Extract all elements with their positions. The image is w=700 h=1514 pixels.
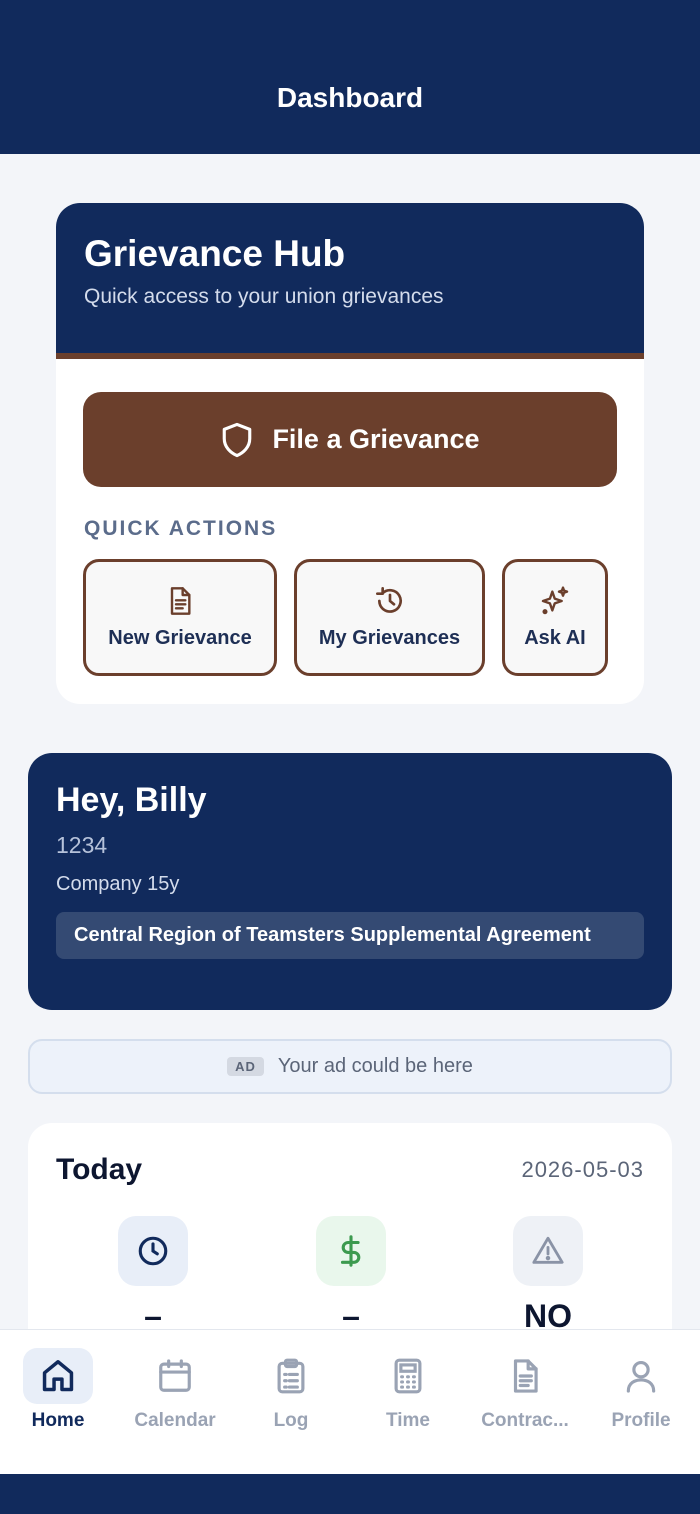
today-date: 2026-05-03: [521, 1157, 644, 1182]
tab-home-label: Home: [31, 1410, 85, 1431]
tab-contract[interactable]: Contrac...: [467, 1348, 583, 1432]
calendar-icon: [140, 1348, 210, 1404]
my-grievances-label: My Grievances: [318, 627, 461, 649]
file-grievance-label: File a Grievance: [272, 424, 480, 454]
new-grievance-label: New Grievance: [108, 627, 252, 649]
agreement-badge: Central Region of Teamsters Supplemental…: [56, 912, 644, 959]
pay-stat[interactable]: –: [316, 1216, 386, 1334]
today-title: Today: [56, 1153, 143, 1186]
my-grievances-button[interactable]: My Grievances: [294, 559, 485, 676]
page-title: Dashboard: [276, 82, 424, 113]
user-id: 1234: [56, 832, 108, 858]
document-icon: [170, 587, 191, 615]
user-company: Company 15y: [56, 873, 180, 895]
violation-stat[interactable]: NO: [513, 1216, 583, 1334]
profile-icon: [606, 1348, 676, 1404]
hub-title: Grievance Hub: [84, 233, 346, 274]
tab-calendar-label: Calendar: [134, 1410, 216, 1431]
clock-icon: [118, 1216, 188, 1286]
new-grievance-button[interactable]: New Grievance: [83, 559, 277, 676]
grievance-hub-card: Grievance Hub Quick access to your union…: [56, 203, 644, 704]
user-greeting: Hey, Billy: [56, 781, 207, 819]
home-indicator-area: [0, 1474, 700, 1514]
hours-stat[interactable]: –: [118, 1216, 188, 1334]
clipboard-icon: [256, 1348, 326, 1404]
ad-banner[interactable]: AD Your ad could be here: [28, 1039, 672, 1094]
tab-time[interactable]: Time: [350, 1348, 466, 1432]
ask-ai-label: Ask AI: [524, 627, 586, 649]
hub-subtitle: Quick access to your union grievances: [84, 285, 444, 308]
calculator-icon: [373, 1348, 443, 1404]
history-icon: [375, 587, 402, 613]
tab-profile[interactable]: Profile: [583, 1348, 699, 1432]
home-icon: [23, 1348, 93, 1404]
ad-badge: AD: [227, 1057, 264, 1076]
bottom-tab-bar: Home Calendar Log Time Contrac... Profil…: [0, 1329, 700, 1474]
quick-actions-label: QUICK ACTIONS: [84, 517, 278, 540]
tab-log-label: Log: [273, 1410, 309, 1431]
dollar-icon: [316, 1216, 386, 1286]
tab-calendar[interactable]: Calendar: [117, 1348, 233, 1432]
tab-log[interactable]: Log: [233, 1348, 349, 1432]
top-app-bar: Dashboard: [0, 0, 700, 154]
sparkle-icon: [541, 586, 569, 615]
ask-ai-button[interactable]: Ask AI: [502, 559, 608, 676]
warning-icon: [513, 1216, 583, 1286]
tab-contract-label: Contrac...: [481, 1410, 569, 1431]
user-profile-card[interactable]: Hey, Billy 1234 Company 15y Central Regi…: [28, 753, 672, 1010]
tab-time-label: Time: [385, 1410, 430, 1431]
tab-profile-label: Profile: [611, 1410, 671, 1431]
hub-header: Grievance Hub Quick access to your union…: [56, 203, 644, 359]
tab-home[interactable]: Home: [0, 1348, 116, 1432]
contract-icon: [490, 1348, 560, 1404]
file-grievance-button[interactable]: File a Grievance: [83, 392, 617, 487]
shield-icon: [223, 422, 252, 457]
ad-text: Your ad could be here: [277, 1055, 473, 1077]
